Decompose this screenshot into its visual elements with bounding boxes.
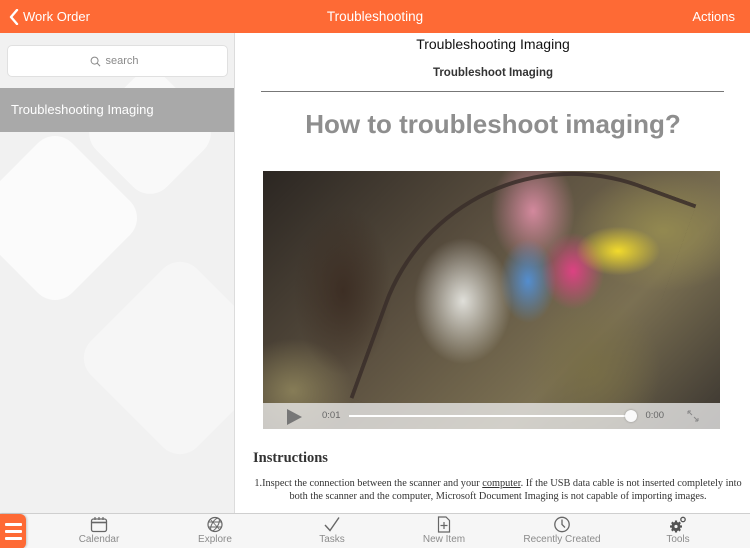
nav-bar: Work Order Troubleshooting Actions bbox=[0, 0, 750, 33]
gears-icon bbox=[670, 516, 686, 533]
document-view: Troubleshooting Imaging Troubleshoot Ima… bbox=[236, 33, 750, 513]
globe-icon bbox=[207, 516, 223, 533]
search-input[interactable] bbox=[105, 55, 146, 67]
tab-bar: Calendar Explore Tasks New Item Recently… bbox=[0, 513, 750, 548]
tab-label: Explore bbox=[198, 534, 232, 545]
back-button[interactable]: Work Order bbox=[8, 0, 90, 33]
background-decoration bbox=[73, 251, 234, 465]
search-field[interactable] bbox=[7, 45, 228, 77]
tab-label: Recently Created bbox=[523, 534, 601, 545]
end-time: 0:00 bbox=[645, 410, 665, 421]
tab-calendar[interactable]: Calendar bbox=[49, 516, 149, 548]
tab-new-item[interactable]: New Item bbox=[394, 516, 494, 548]
tab-label: New Item bbox=[422, 534, 466, 545]
sidebar: Troubleshooting Imaging bbox=[0, 33, 235, 513]
page-title: Troubleshooting bbox=[326, 9, 424, 24]
play-icon[interactable] bbox=[287, 409, 302, 425]
tab-explore[interactable]: Explore bbox=[165, 516, 265, 548]
video-scrubber[interactable] bbox=[349, 415, 631, 417]
instructions-heading: Instructions bbox=[253, 450, 328, 466]
tab-label: Tasks bbox=[319, 534, 345, 545]
fullscreen-icon[interactable] bbox=[686, 409, 700, 423]
divider bbox=[261, 91, 724, 92]
instruction-step: 1.Inspect the connection between the sca… bbox=[253, 477, 743, 503]
current-time: 0:01 bbox=[322, 410, 341, 421]
video-controls: 0:01 0:00 bbox=[263, 403, 720, 429]
checkmark-icon bbox=[324, 517, 340, 532]
tab-recently-created[interactable]: Recently Created bbox=[512, 516, 612, 548]
sidebar-item-troubleshooting-imaging[interactable]: Troubleshooting Imaging bbox=[0, 88, 234, 132]
hamburger-menu-icon[interactable] bbox=[0, 514, 26, 548]
tab-tasks[interactable]: Tasks bbox=[282, 516, 382, 548]
document-subtitle: Troubleshoot Imaging bbox=[432, 67, 554, 79]
instruction-text: 1.Inspect the connection between the sca… bbox=[254, 478, 483, 489]
scrubber-thumb[interactable] bbox=[625, 410, 637, 422]
back-label: Work Order bbox=[23, 9, 90, 24]
clock-icon bbox=[554, 516, 570, 533]
document-heading: How to troubleshoot imaging? bbox=[305, 109, 681, 139]
document-title: Troubleshooting Imaging bbox=[416, 36, 570, 52]
tab-label: Tools bbox=[666, 534, 690, 545]
new-document-icon bbox=[437, 516, 451, 533]
video-player[interactable]: 0:01 0:00 bbox=[263, 171, 720, 429]
chevron-left-icon bbox=[9, 8, 19, 25]
tab-tools[interactable]: Tools bbox=[628, 516, 728, 548]
computer-link[interactable]: computer bbox=[482, 478, 520, 489]
tab-label: Calendar bbox=[78, 534, 120, 545]
calendar-icon bbox=[90, 517, 108, 533]
search-icon bbox=[90, 56, 100, 66]
actions-button[interactable]: Actions bbox=[692, 0, 735, 33]
